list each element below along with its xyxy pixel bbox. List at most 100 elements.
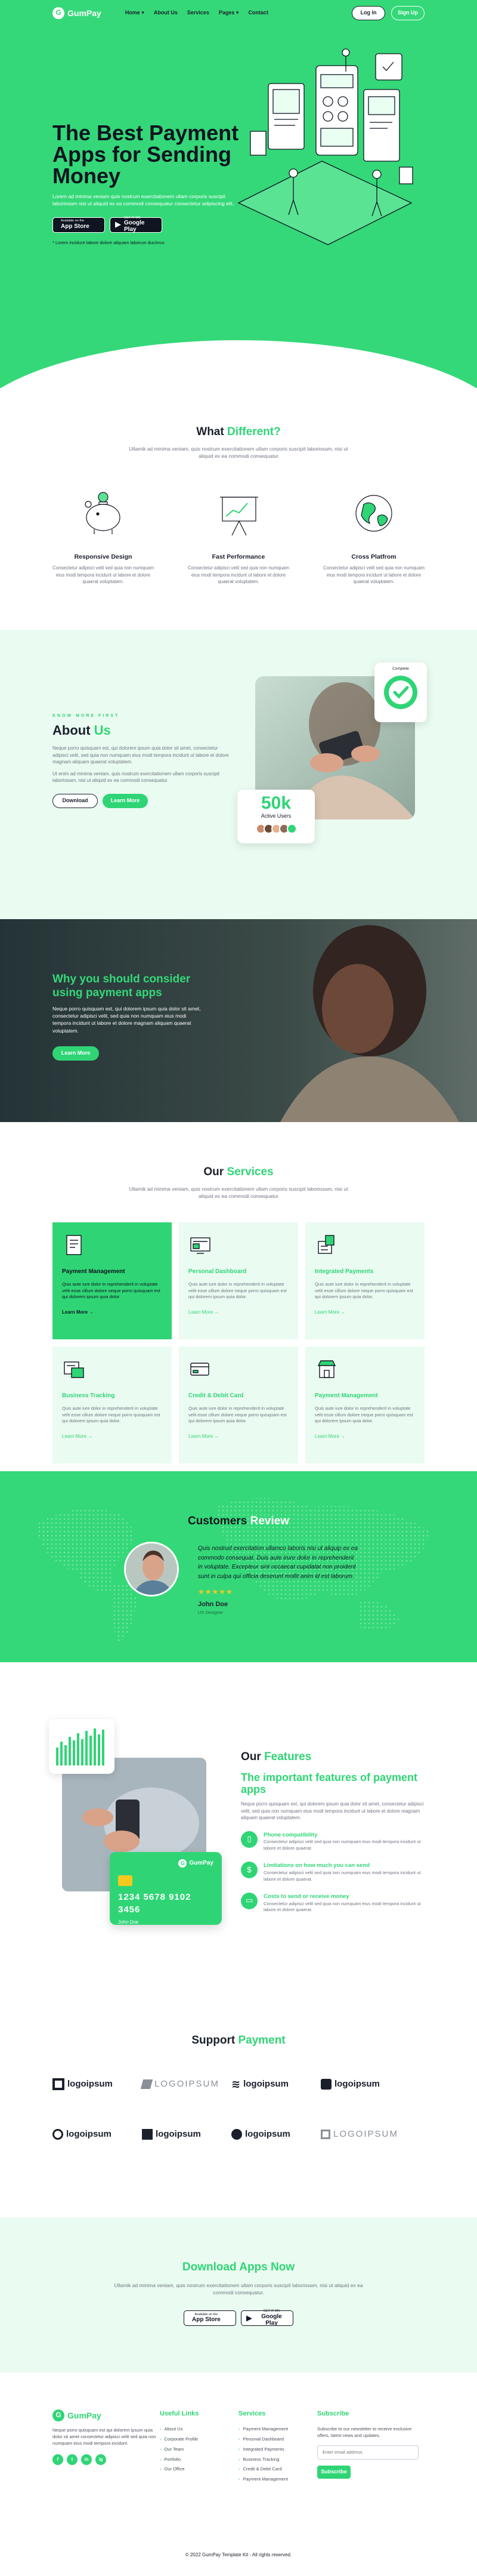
partner-logo[interactable]: ≋ logoipsum — [231, 2075, 321, 2093]
footer-subscribe-title: Subscribe — [317, 2410, 349, 2417]
facebook-icon[interactable]: f — [52, 2454, 63, 2465]
twitter-icon[interactable]: t — [67, 2454, 78, 2465]
service-card-payment-management[interactable]: Payment Management Quis aute iure dolor … — [52, 1222, 172, 1340]
menu-pages[interactable]: Pages ▾ — [219, 9, 239, 17]
feature-title: Cross Platfrom — [351, 553, 397, 561]
download-button[interactable]: Download — [52, 794, 98, 808]
services-subtitle: Ullamik ad minima veniam, quis nostrum e… — [129, 1185, 348, 1199]
review-title-b: Review — [250, 1515, 289, 1527]
support-title-a: Support — [191, 2034, 236, 2047]
partner-logo[interactable]: logoipsum — [231, 2125, 321, 2143]
review-quote: Quis nostrud exercitation ullamco labori… — [198, 1545, 358, 1580]
download-section: Download Apps Now Ullamik ad minima veni… — [0, 2217, 477, 2372]
footer-link[interactable]: Our Office — [160, 2466, 238, 2473]
partner-logo[interactable]: logoipsum — [52, 2125, 142, 2143]
google-play-button[interactable]: ▶ GET IT ON Google Play — [241, 2310, 293, 2327]
footer-logo[interactable]: G GumPay — [52, 2409, 160, 2422]
piggy-bank-icon — [85, 492, 120, 535]
footer-link[interactable]: Personal Dashboard — [238, 2436, 317, 2443]
brand-logo[interactable]: G GumPay — [52, 7, 101, 19]
support-payment-section: Support Payment logoipsum LOGOIPSUM ≋ log… — [0, 1996, 477, 2217]
payment-terminal-icon — [315, 1233, 415, 1261]
service-card-personal-dashboard[interactable]: Personal Dashboard Quis aute iure dolor … — [179, 1222, 298, 1340]
partner-logo[interactable]: LOGOIPSUM — [321, 2125, 410, 2143]
google-play-button[interactable]: ▶ GET IT ON Google Play — [110, 216, 162, 233]
logo-mark-icon — [321, 2078, 332, 2090]
play-icon: ▶ — [246, 2313, 252, 2322]
menu-contact[interactable]: Contact — [248, 9, 268, 17]
login-button[interactable]: Log In — [352, 6, 385, 20]
bar-chart-icon — [56, 1728, 104, 1765]
partner-logo-text: logoipsum — [66, 2128, 111, 2139]
partner-logo[interactable]: logoipsum — [52, 2075, 142, 2093]
service-card-payment-management-2[interactable]: Payment Management Quis aute iure dolor … — [305, 1346, 425, 1464]
rating-stars: ★★★★★ — [198, 1588, 233, 1596]
partner-logo[interactable]: logoipsum — [321, 2075, 410, 2093]
email-field[interactable] — [317, 2445, 419, 2460]
consider-section: Why you should consider using payment ap… — [0, 919, 477, 1122]
footer-link[interactable]: Portfolio — [160, 2457, 238, 2463]
instagram-icon[interactable]: ig — [95, 2454, 106, 2465]
footer-link[interactable]: Credit & Debit Card — [238, 2466, 317, 2473]
reviewer-photo — [124, 1542, 179, 1597]
features-section: G GumPay 1234 5678 9102 3456 John Doe Ou… — [0, 1662, 477, 1996]
subscribe-button[interactable]: Subscribe — [317, 2465, 351, 2479]
partner-logo[interactable]: logoipsum — [142, 2125, 231, 2143]
learn-more-button[interactable]: Learn More — [103, 794, 148, 808]
partner-logo-text: logoipsum — [245, 2128, 290, 2139]
footer-link[interactable]: Our Team — [160, 2446, 238, 2453]
partner-logo-text: logoipsum — [243, 2078, 289, 2089]
store-buttons: Available on the App Store ▶ GET IT ON Goo… — [52, 216, 249, 233]
consider-learn-more-button[interactable]: Learn More — [52, 1046, 99, 1061]
app-store-button[interactable]: Available on the App Store — [184, 2310, 236, 2327]
footer-link[interactable]: Corporate Profile — [160, 2436, 238, 2443]
main-menu: Home ▾ About Us Services Pages ▾ Contact — [125, 9, 268, 17]
footer-link[interactable]: Integrated Payments — [238, 2446, 317, 2453]
features-title-a: Our — [241, 1751, 261, 1763]
about-kicker: KNOW MORE FIRST — [52, 714, 120, 718]
consider-title: Why you should consider using payment ap… — [52, 973, 191, 999]
feature-item-title: Phone compatibility — [264, 1831, 318, 1838]
footer-link[interactable]: Business Tracking — [238, 2457, 317, 2463]
menu-home[interactable]: Home ▾ — [125, 9, 144, 17]
linkedin-icon[interactable]: in — [81, 2454, 92, 2465]
service-text: Quis aute iure dolor in reprehenderit in… — [62, 1405, 160, 1424]
service-learn-more-link[interactable]: Learn More → — [315, 1433, 345, 1440]
card-holder: John Doe — [118, 1919, 139, 1925]
feature-text: Consectetur adipisci velit sed quia non … — [188, 565, 289, 584]
logo-icon: G — [52, 7, 64, 19]
footer-link[interactable]: About Us — [160, 2426, 238, 2433]
brand-name: GumPay — [67, 8, 101, 18]
service-learn-more-link[interactable]: Learn More → — [188, 1309, 219, 1316]
service-learn-more-link[interactable]: Learn More → — [62, 1309, 94, 1316]
footer-link[interactable]: Payment Management — [238, 2426, 317, 2433]
feature-item-text: Consectetur adipisci velit sed quia non … — [264, 1900, 421, 1913]
footer-link[interactable]: Payment Management — [238, 2476, 317, 2483]
service-card-integrated-payments[interactable]: Integrated Payments Quis aute iure dolor… — [305, 1222, 425, 1340]
menu-about[interactable]: About Us — [154, 9, 178, 17]
consider-paragraph: Neque porro quisquam est, qui dolorem ip… — [52, 1005, 201, 1034]
feature-title: Responsive Design — [74, 553, 132, 561]
logo-icon: G — [52, 2409, 64, 2422]
features-title-b: Features — [264, 1751, 312, 1763]
dashboard-icon — [188, 1233, 289, 1261]
app-store-button[interactable]: Available on the App Store — [52, 217, 105, 233]
service-learn-more-link[interactable]: Learn More → — [62, 1433, 92, 1440]
partner-logo[interactable]: LOGOIPSUM — [140, 2075, 231, 2093]
download-title: Download Apps Now — [182, 2261, 295, 2273]
features-paragraph: Neque porro quisquam est, qui dolorem ip… — [241, 1801, 424, 1821]
menu-services[interactable]: Services — [187, 9, 209, 17]
partner-logos: logoipsum LOGOIPSUM ≋ logoipsum logoipsum… — [52, 2075, 425, 2143]
performance-illustration — [188, 483, 289, 543]
signup-button[interactable]: Sign Up — [391, 6, 425, 20]
service-learn-more-link[interactable]: Learn More → — [188, 1433, 219, 1440]
money-icon: $ — [241, 1862, 258, 1879]
service-title: Payment Management — [315, 1392, 378, 1400]
service-learn-more-link[interactable]: Learn More → — [315, 1309, 345, 1316]
service-card-business-tracking[interactable]: Business Tracking Quis aute iure dolor i… — [52, 1346, 172, 1464]
service-card-credit-debit[interactable]: Credit & Debit Card Quis aute iure dolor… — [179, 1346, 298, 1464]
credit-card-icon — [188, 1357, 289, 1385]
service-title: Personal Dashboard — [188, 1268, 247, 1275]
feature-item-title: Costs to send or receive money — [264, 1893, 349, 1900]
cross-platform-illustration — [323, 483, 425, 543]
